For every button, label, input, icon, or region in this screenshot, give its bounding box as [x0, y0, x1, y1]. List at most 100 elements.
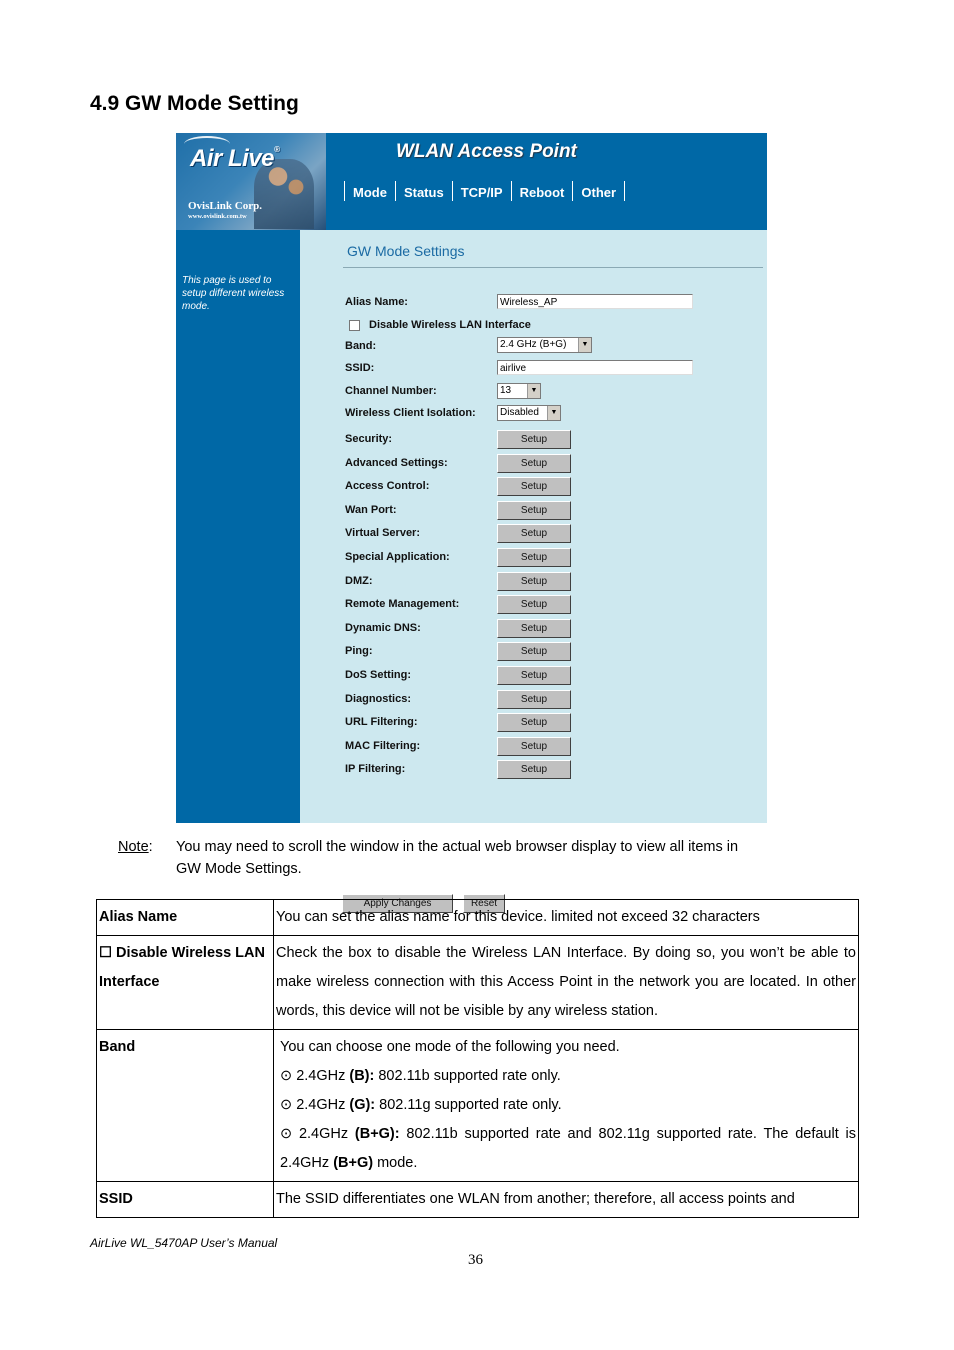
setup-button[interactable]: Setup [497, 713, 571, 733]
setup-item-label: Remote Management: [345, 598, 460, 611]
chevron-down-icon: ▼ [547, 406, 560, 420]
page-title: GW Mode Settings [347, 243, 465, 259]
channel-label: Channel Number: [345, 385, 437, 397]
app-title: WLAN Access Point [396, 141, 577, 162]
setup-item-label: Dynamic DNS: [345, 621, 421, 634]
setup-button[interactable]: Setup [497, 595, 571, 615]
default-tail: mode. [373, 1155, 418, 1171]
tab-reboot[interactable]: Reboot [510, 181, 573, 201]
default-bold: (B+G) [333, 1155, 374, 1171]
logo-corp: OvisLink Corp. [188, 200, 262, 212]
page-number: 36 [468, 1252, 483, 1268]
option-bold: (B+G): [354, 1126, 400, 1142]
tab-tcpip[interactable]: TCP/IP [451, 181, 511, 201]
option-pre: 2.4GHz [296, 1097, 350, 1113]
setup-item-label: Diagnostics: [345, 692, 412, 705]
row-value: You can choose one mode of the following… [273, 1029, 859, 1182]
setup-item-label: DoS Setting: [345, 669, 411, 681]
setup-item-label: Ping: [345, 645, 373, 658]
section-heading: 4.9 GW Mode Setting [90, 92, 299, 115]
setup-item-label: Special Application: [345, 551, 450, 563]
nav-tabs: Mode Status TCP/IP Reboot Other [344, 181, 626, 201]
isolation-value: Disabled [500, 407, 539, 418]
band-option: ⊙ 2.4GHz (B): 802.11b supported rate onl… [280, 1062, 856, 1091]
option-bold: (B): [349, 1068, 375, 1084]
row-value: Check the box to disable the Wireless LA… [273, 935, 859, 1030]
table-row: Band You can choose one mode of the foll… [96, 1029, 859, 1182]
ssid-input[interactable]: airlive [497, 360, 693, 375]
radio-bullet-icon: ⊙ [280, 1097, 293, 1113]
logo-brand-text: Air Live [190, 145, 275, 172]
radio-bullet-icon: ⊙ [280, 1126, 293, 1142]
note-line-2: GW Mode Settings. [176, 861, 302, 877]
setup-button[interactable]: Setup [497, 618, 571, 638]
note-label: Note [118, 839, 149, 855]
tab-other[interactable]: Other [572, 181, 626, 201]
band-option: ⊙ 2.4GHz (B+G): 802.11b supported rate a… [280, 1120, 856, 1178]
setup-item-label: Virtual Server: [345, 527, 421, 540]
setup-item-label: Wan Port: [345, 503, 397, 516]
note-colon: : [148, 839, 153, 855]
row-value: The SSID differentiates one WLAN from an… [273, 1181, 859, 1218]
setup-button[interactable]: Setup [497, 571, 571, 591]
ssid-label: SSID: [345, 362, 375, 374]
setup-button[interactable]: Setup [497, 477, 571, 497]
setup-button[interactable]: Setup [497, 430, 571, 449]
table-row: SSID The SSID differentiates one WLAN fr… [96, 1181, 859, 1218]
band-select[interactable]: 2.4 GHz (B+G) ▼ [497, 337, 592, 353]
channel-select[interactable]: 13 ▼ [497, 383, 541, 399]
isolation-select[interactable]: Disabled ▼ [497, 405, 561, 421]
sidebar-help-text: This page is used to setup different wir… [182, 275, 285, 312]
row-key: SSID [96, 1181, 274, 1218]
row-value: You can set the alias name for this devi… [273, 899, 859, 936]
setup-button[interactable]: Setup [497, 524, 571, 544]
table-row: Alias Name You can set the alias name fo… [96, 899, 859, 936]
band-value: 2.4 GHz (B+G) [500, 339, 567, 350]
setup-item-label: Security: [345, 433, 393, 445]
settings-description-table: Alias Name You can set the alias name fo… [96, 899, 859, 1218]
router-screenshot: Air Live® OvisLink Corp. www.ovislink.co… [176, 133, 767, 913]
band-label: Band: [345, 340, 377, 352]
setup-button[interactable]: Setup [497, 760, 571, 780]
band-intro: You can choose one mode of the following… [280, 1039, 620, 1055]
band-option: ⊙ 2.4GHz (G): 802.11g supported rate onl… [280, 1091, 856, 1120]
setup-button[interactable]: Setup [497, 689, 571, 709]
channel-value: 13 [500, 385, 512, 396]
sidebar: This page is used to setup different wir… [176, 230, 300, 823]
row-key: Alias Name [96, 899, 274, 936]
airlive-logo: Air Live® OvisLink Corp. www.ovislink.co… [176, 133, 326, 230]
row-key: Band [96, 1029, 274, 1182]
setup-button[interactable]: Setup [497, 736, 571, 756]
row-key: ☐ Disable Wireless LAN Interface [96, 935, 274, 1030]
disable-wlan-checkbox[interactable] [349, 320, 360, 331]
setup-item-label: MAC Filtering: [345, 739, 421, 752]
tab-mode[interactable]: Mode [344, 181, 395, 201]
footer-manual-title: AirLive WL_5470AP User’s Manual [90, 1236, 278, 1250]
isolation-label: Wireless Client Isolation: [345, 407, 476, 419]
option-pre: 2.4GHz [298, 1126, 355, 1142]
chevron-down-icon: ▼ [527, 384, 540, 398]
setup-button[interactable]: Setup [497, 453, 571, 473]
option-post: 802.11g supported rate only. [375, 1097, 562, 1113]
setup-button[interactable]: Setup [497, 500, 571, 520]
setup-button[interactable]: Setup [497, 548, 571, 567]
setup-item-label: Access Control: [345, 480, 430, 493]
setup-item-label: URL Filtering: [345, 716, 418, 729]
banner: Air Live® OvisLink Corp. www.ovislink.co… [176, 133, 767, 230]
setup-item-label: IP Filtering: [345, 763, 406, 776]
tab-status[interactable]: Status [394, 181, 452, 201]
note: Note: You may need to scroll the window … [118, 836, 738, 877]
alias-input[interactable]: Wireless_AP [497, 294, 693, 309]
logo-brand: Air Live® [190, 145, 280, 173]
setup-button[interactable]: Setup [497, 666, 571, 685]
title-divider [343, 267, 763, 268]
registered-mark: ® [274, 145, 280, 154]
radio-bullet-icon: ⊙ [280, 1068, 293, 1084]
option-pre: 2.4GHz [296, 1068, 350, 1084]
chevron-down-icon: ▼ [578, 338, 591, 352]
setup-button[interactable]: Setup [497, 642, 571, 662]
setup-item-label: Advanced Settings: [345, 456, 448, 469]
logo-url: www.ovislink.com.tw [188, 213, 247, 220]
table-row: ☐ Disable Wireless LAN Interface Check t… [96, 935, 859, 1030]
option-post: 802.11b supported rate only. [374, 1068, 561, 1084]
